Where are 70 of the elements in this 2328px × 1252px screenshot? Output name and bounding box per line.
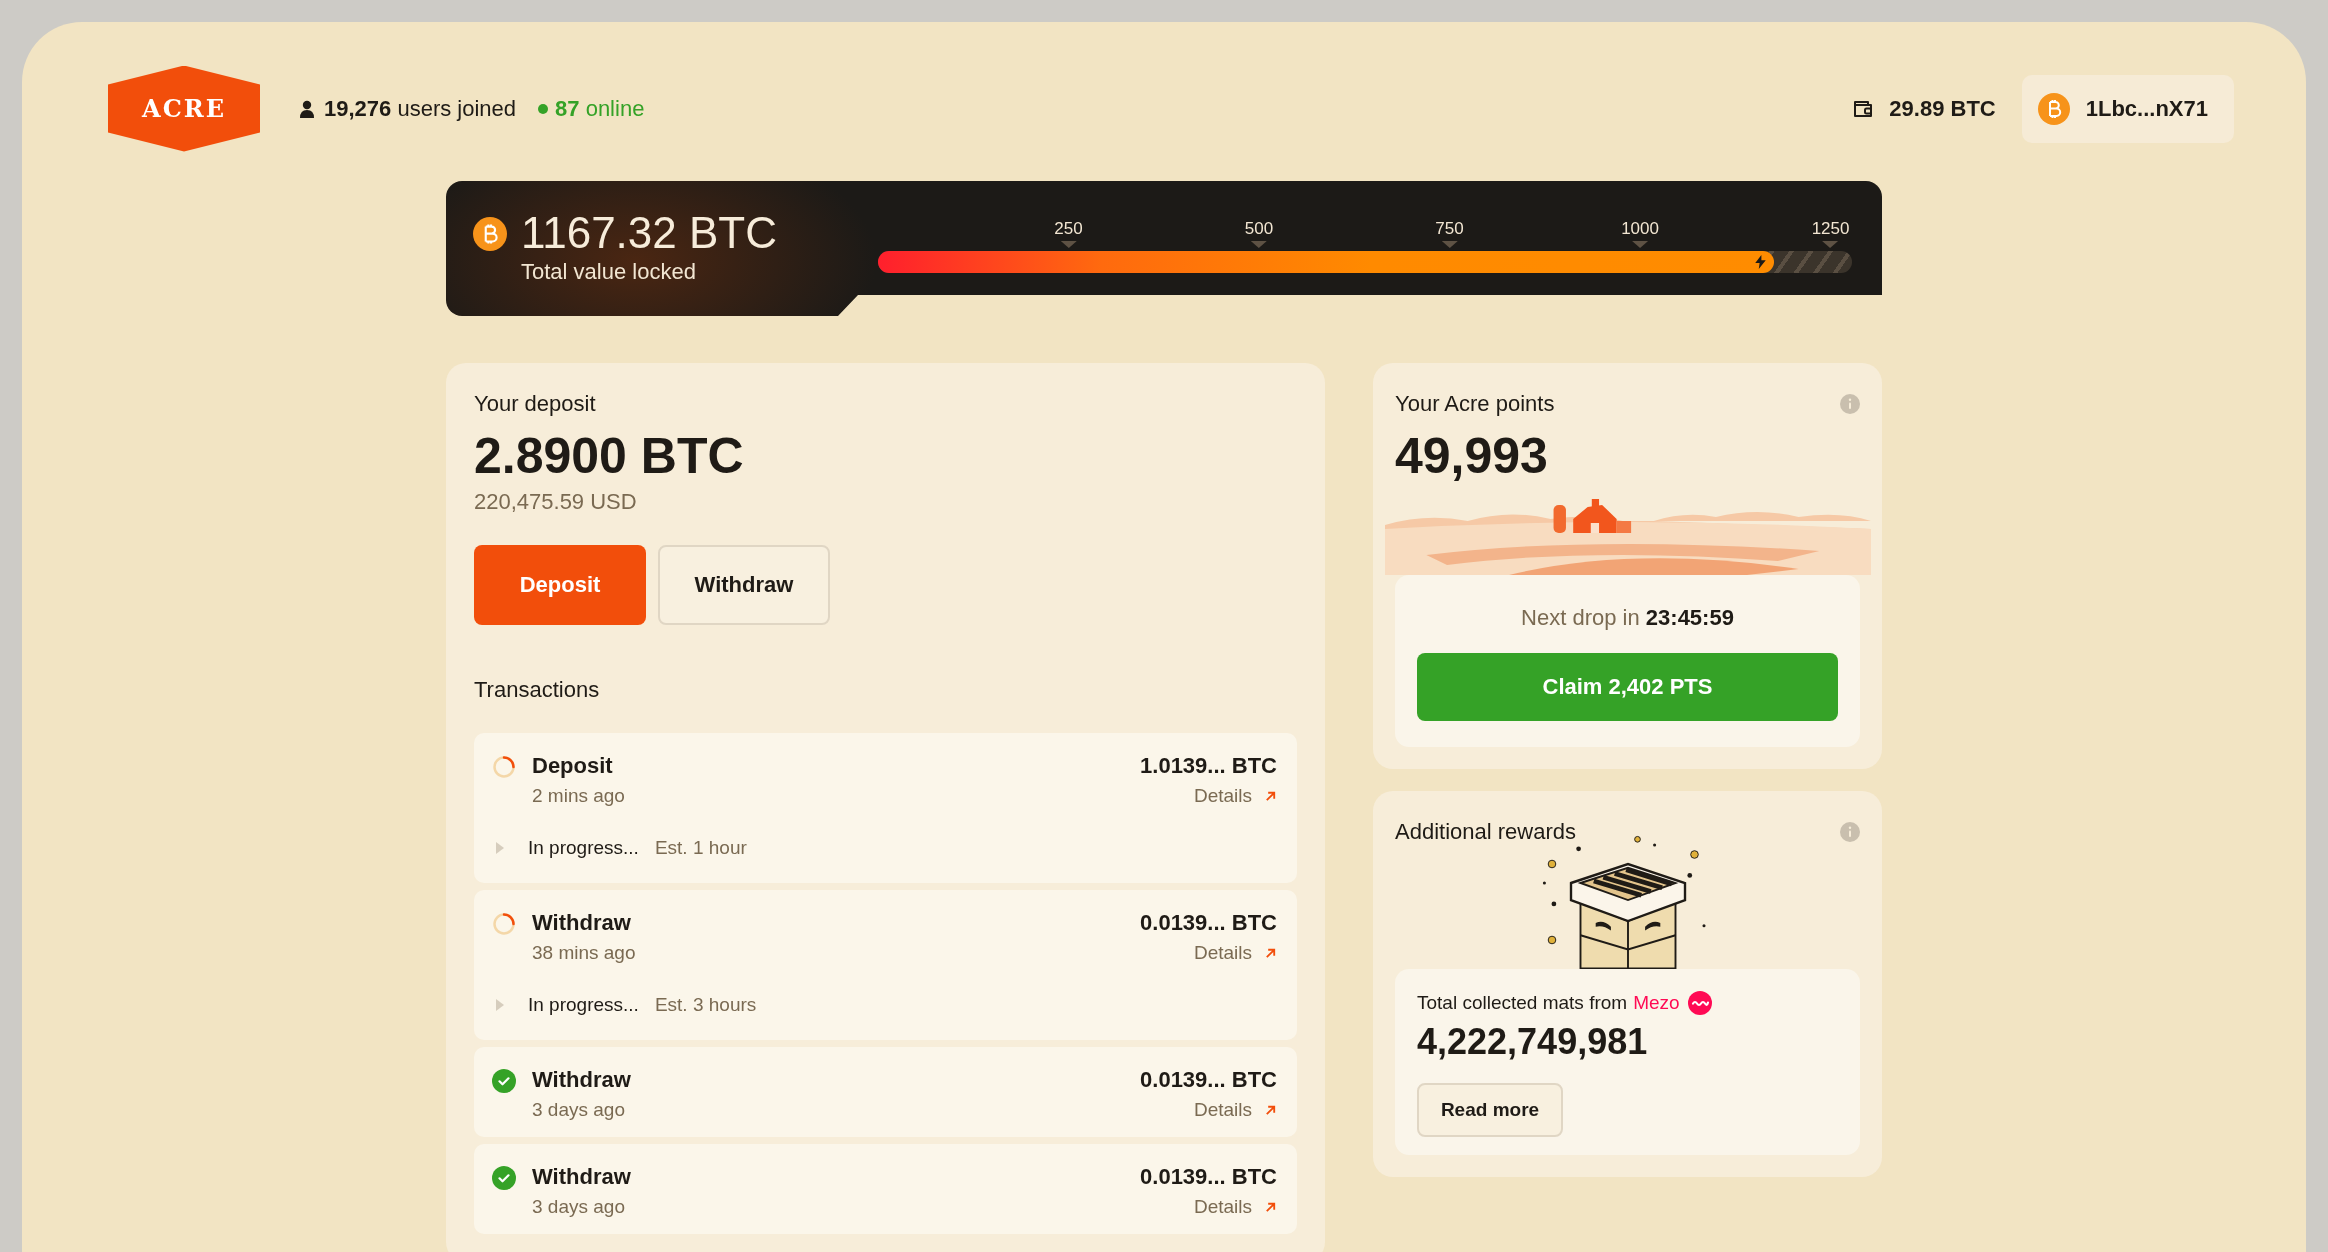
tick-marker-icon (1822, 241, 1839, 248)
transaction-amount: 0.0139... BTC (1140, 1067, 1277, 1093)
caret-icon[interactable] (496, 999, 504, 1011)
withdraw-button[interactable]: Withdraw (658, 545, 830, 625)
user-icon (300, 99, 314, 118)
transaction-amount: 0.0139... BTC (1140, 910, 1277, 936)
transaction-amount: 0.0139... BTC (1140, 1164, 1277, 1190)
tick-marker-icon (1441, 241, 1458, 248)
transaction-time: 3 days ago (532, 1196, 626, 1218)
details-link[interactable]: Details (1193, 1099, 1277, 1121)
usd-value: 220,475.59 USD (474, 489, 638, 515)
transaction-type: Withdraw (532, 910, 632, 936)
progress-status: In progress... (528, 837, 639, 859)
online-count-text: 87 online (555, 95, 645, 122)
arrow-icon (1264, 946, 1277, 960)
bitcoin-icon (473, 217, 507, 251)
transaction-type: Withdraw (532, 1067, 632, 1093)
arrow-icon (1264, 1103, 1277, 1117)
details-link[interactable]: Details (1193, 1196, 1277, 1218)
tvl-label: Total value locked (521, 259, 697, 286)
estimate-text: Est. 1 hour (654, 837, 747, 859)
transaction-item[interactable]: Withdraw 3 days ago 0.0139... BTC Details (474, 1047, 1297, 1137)
transaction-time: 3 days ago (532, 1099, 626, 1121)
tick-marker-icon (1251, 241, 1267, 248)
details-link[interactable]: Details (1193, 785, 1277, 807)
tick-label: 1000 (1621, 219, 1659, 239)
transaction-item[interactable]: Deposit 2 mins ago 1.0139... BTC Details In progress... Est. 1 hour (474, 733, 1297, 883)
transaction-time: 2 mins ago (532, 785, 626, 807)
tick-label: 250 (1054, 219, 1083, 239)
transaction-amount: 1.0139... BTC (1140, 753, 1277, 779)
account-button[interactable]: 1Lbc...nX71 (2021, 74, 2234, 143)
section-title: Transactions (474, 677, 601, 703)
card-title: Your deposit (474, 391, 597, 417)
tvl-amount: 1167.32 BTC (521, 209, 777, 258)
estimate-text: Est. 3 hours (654, 994, 757, 1016)
caret-icon[interactable] (496, 842, 504, 854)
wallet-balance: 29.89 BTC (1889, 95, 1996, 122)
collected-label: Total collected mats from (1417, 992, 1628, 1014)
progress-status: In progress... (528, 994, 639, 1016)
mezo-logo-icon (1687, 991, 1712, 1015)
tick-label: 750 (1435, 219, 1464, 239)
tick-marker-icon (1060, 241, 1077, 248)
card-title: Additional rewards (1395, 819, 1576, 845)
logo[interactable]: ACRE (108, 65, 260, 152)
bitcoin-icon (2037, 92, 2070, 125)
deposit-button[interactable]: Deposit (474, 545, 646, 625)
info-icon[interactable] (1840, 822, 1860, 842)
card-title: Your Acre points (1395, 391, 1555, 417)
transaction-type: Withdraw (532, 1164, 632, 1190)
points-amount: 49,993 (1395, 427, 1549, 485)
deposit-amount: 2.8900 BTC (474, 427, 745, 485)
mats-amount: 4,222,749,981 (1417, 1021, 1649, 1063)
tick-label: 500 (1244, 219, 1274, 239)
details-link[interactable]: Details (1193, 942, 1277, 964)
lightning-icon (1755, 255, 1767, 269)
tick-marker-icon (1632, 241, 1649, 248)
arrow-icon (1264, 1200, 1277, 1214)
users-joined-text: 19,276 users joined (324, 95, 517, 122)
transaction-time: 38 mins ago (532, 942, 637, 964)
read-more-button[interactable]: Read more (1417, 1083, 1563, 1137)
info-icon[interactable] (1840, 394, 1860, 414)
next-drop-text: Next drop in 23:45:59 (1521, 605, 1734, 631)
transaction-item[interactable]: Withdraw 38 mins ago 0.0139... BTC Details In progress... Est. 3 hours (474, 890, 1297, 1040)
arrow-icon (1264, 789, 1277, 803)
tick-label: 1250 (1811, 219, 1850, 239)
online-status-icon (538, 103, 549, 114)
claim-button[interactable]: Claim 2,402 PTS (1417, 653, 1838, 721)
transaction-item[interactable]: Withdraw 3 days ago 0.0139... BTC Details (474, 1144, 1297, 1234)
mezo-link[interactable]: Mezo (1633, 992, 1680, 1014)
transaction-type: Deposit (532, 753, 614, 779)
